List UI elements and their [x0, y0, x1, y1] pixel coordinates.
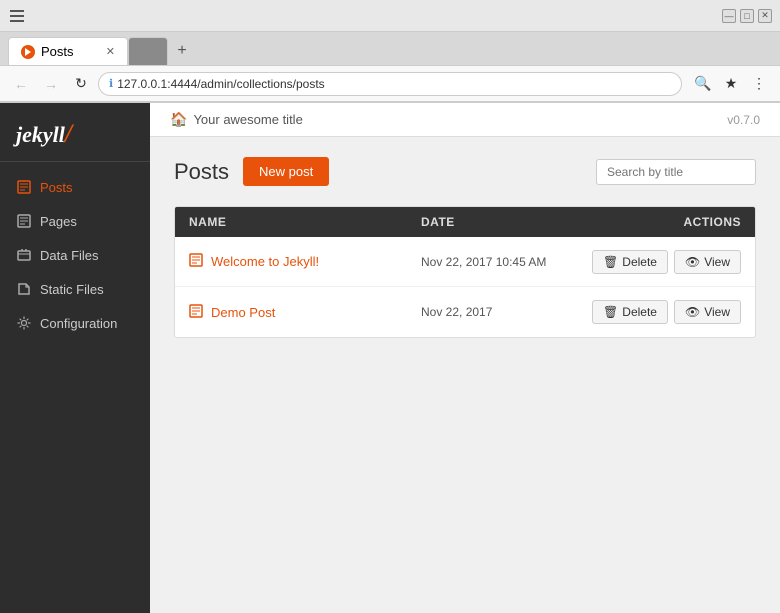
sidebar-item-label: Data Files — [40, 248, 99, 263]
row-2-date: Nov 22, 2017 — [421, 305, 621, 319]
back-button[interactable]: ← — [8, 71, 34, 97]
home-icon: 🏠 — [170, 111, 187, 128]
row-1-delete-button[interactable]: 🗑 Delete — [592, 250, 668, 274]
pages-icon — [16, 213, 32, 229]
breadcrumb: 🏠 Your awesome title — [170, 111, 303, 128]
address-text: 127.0.0.1:4444/admin/collections/posts — [117, 77, 324, 91]
table-row: Welcome to Jekyll! Nov 22, 2017 10:45 AM… — [175, 237, 755, 287]
bookmark-icon[interactable]: ★ — [718, 71, 744, 97]
logo-j: jekyll — [16, 122, 65, 147]
close-button[interactable]: ✕ — [758, 9, 772, 23]
row-1-name: Welcome to Jekyll! — [189, 253, 421, 270]
app-container: jekyll/ Posts Pages Data Files — [0, 103, 780, 613]
nav-bar: ← → ↻ ℹ 127.0.0.1:4444/admin/collections… — [0, 66, 780, 102]
sidebar-item-label: Pages — [40, 214, 77, 229]
col-actions: ACTIONS — [621, 215, 741, 229]
table-row: Demo Post Nov 22, 2017 🗑 Delete 👁 View — [175, 287, 755, 337]
sidebar-item-configuration[interactable]: Configuration — [0, 306, 150, 340]
post-icon — [189, 304, 203, 321]
lock-icon: ℹ — [109, 77, 113, 90]
address-bar[interactable]: ℹ 127.0.0.1:4444/admin/collections/posts — [98, 72, 682, 96]
breadcrumb-title: Your awesome title — [193, 112, 302, 127]
sidebar-item-static-files[interactable]: Static Files — [0, 272, 150, 306]
reload-button[interactable]: ↻ — [68, 71, 94, 97]
view-icon: 👁 — [685, 255, 700, 269]
main-area: 🏠 Your awesome title v0.7.0 Posts New po… — [150, 103, 780, 613]
title-bar: — □ ✕ — [0, 0, 780, 32]
new-post-button[interactable]: New post — [243, 157, 329, 186]
post-icon — [189, 253, 203, 270]
row-1-date: Nov 22, 2017 10:45 AM — [421, 255, 621, 269]
table-header: NAME DATE ACTIONS — [175, 207, 755, 237]
tab-posts[interactable]: Posts ✕ — [8, 37, 128, 65]
row-2-delete-button[interactable]: 🗑 Delete — [592, 300, 668, 324]
page-title: Posts — [174, 159, 229, 185]
sidebar-navigation: Posts Pages Data Files Static Files — [0, 162, 150, 613]
search-icon[interactable]: 🔍 — [690, 71, 716, 97]
static-files-icon — [16, 281, 32, 297]
sidebar-item-posts[interactable]: Posts — [0, 170, 150, 204]
sidebar-item-pages[interactable]: Pages — [0, 204, 150, 238]
new-tab-button[interactable]: + — [168, 37, 196, 65]
tab-label: Posts — [41, 44, 74, 59]
minimize-button[interactable]: — — [722, 9, 736, 23]
posts-icon — [16, 179, 32, 195]
tab-inactive[interactable] — [128, 37, 168, 65]
search-box — [596, 159, 756, 185]
row-1-view-button[interactable]: 👁 View — [674, 250, 741, 274]
data-files-icon — [16, 247, 32, 263]
row-2-actions: 🗑 Delete 👁 View — [621, 300, 741, 324]
row-2-title: Demo Post — [211, 305, 275, 320]
delete-icon: 🗑 — [603, 305, 618, 319]
configuration-icon — [16, 315, 32, 331]
row-2-name: Demo Post — [189, 304, 421, 321]
menu-icon[interactable]: ⋮ — [746, 71, 772, 97]
top-bar: 🏠 Your awesome title v0.7.0 — [150, 103, 780, 137]
view-icon: 👁 — [685, 305, 700, 319]
sidebar-item-label: Configuration — [40, 316, 117, 331]
forward-button[interactable]: → — [38, 71, 64, 97]
sidebar-item-label: Static Files — [40, 282, 104, 297]
app-icon — [8, 7, 26, 25]
logo-slash: / — [65, 119, 72, 148]
row-1-actions: 🗑 Delete 👁 View — [621, 250, 741, 274]
sidebar-item-data-files[interactable]: Data Files — [0, 238, 150, 272]
window-controls[interactable]: — □ ✕ — [722, 9, 772, 23]
row-2-view-button[interactable]: 👁 View — [674, 300, 741, 324]
main-content: Posts New post NAME DATE ACTIONS — [150, 137, 780, 613]
row-1-title: Welcome to Jekyll! — [211, 254, 319, 269]
sidebar-logo: jekyll/ — [0, 103, 150, 162]
tab-close-button[interactable]: ✕ — [106, 45, 115, 58]
delete-icon: 🗑 — [603, 255, 618, 269]
search-input[interactable] — [596, 159, 756, 185]
col-name: NAME — [189, 215, 421, 229]
logo-text: jekyll/ — [16, 122, 72, 147]
content-header: Posts New post — [174, 157, 756, 186]
sidebar-item-label: Posts — [40, 180, 73, 195]
posts-table: NAME DATE ACTIONS Welcome to Jekyll! Nov… — [174, 206, 756, 338]
tab-favicon — [21, 45, 35, 59]
sidebar: jekyll/ Posts Pages Data Files — [0, 103, 150, 613]
maximize-button[interactable]: □ — [740, 9, 754, 23]
col-date: DATE — [421, 215, 621, 229]
version-label: v0.7.0 — [727, 113, 760, 127]
